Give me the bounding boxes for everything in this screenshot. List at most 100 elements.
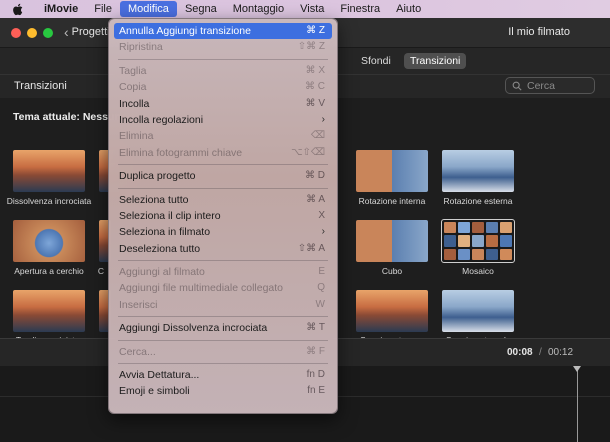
timecode-current: 00:08 bbox=[507, 347, 533, 358]
transition-thumb-dissolvenza[interactable] bbox=[13, 150, 85, 192]
transition-thumb-tendina-sinistra[interactable] bbox=[13, 290, 85, 332]
menu-item-shortcut: fn E bbox=[307, 385, 325, 397]
menu-item-elimina-fotogrammi-chiave: Elimina fotogrammi chiave ⌥⇧⌫ bbox=[114, 145, 332, 161]
menu-item-shortcut: ⌥⇧⌫ bbox=[290, 146, 325, 158]
menu-item-shortcut: ⌘ A bbox=[306, 193, 325, 205]
menu-separator bbox=[118, 187, 328, 189]
transition-thumb-scorrimento-dx[interactable] bbox=[442, 290, 514, 332]
menu-item-annulla-aggiungi-transizione[interactable]: Annulla Aggiungi transizione ⌘ Z bbox=[114, 23, 332, 40]
menu-item-taglia: Taglia ⌘ X bbox=[114, 63, 332, 79]
menu-aiuto[interactable]: Aiuto bbox=[388, 0, 429, 18]
menu-item-label: Copia bbox=[119, 81, 147, 94]
tab-sfondi[interactable]: Sfondi bbox=[355, 53, 397, 69]
menu-separator bbox=[118, 363, 328, 365]
menu-item-label: Avvia Dettatura... bbox=[119, 369, 200, 382]
menu-item-incolla[interactable]: Incolla ⌘ V bbox=[114, 96, 332, 112]
menu-item-label: Incolla regolazioni bbox=[119, 113, 204, 126]
menu-item-aggiungi-file-multimediale-collegato: Aggiungi file multimediale collegato Q bbox=[114, 280, 332, 296]
edit-menu-items: Annulla Aggiungi transizione ⌘ Z Ripristin… bbox=[114, 23, 332, 400]
menu-segna[interactable]: Segna bbox=[177, 0, 225, 18]
menu-finestra[interactable]: Finestra bbox=[332, 0, 388, 18]
menu-item-label: Aggiungi al filmato bbox=[119, 266, 205, 279]
menu-file[interactable]: File bbox=[86, 0, 120, 18]
menu-item-label: Incolla bbox=[119, 97, 150, 110]
playhead[interactable] bbox=[573, 366, 581, 442]
menu-item-shortcut: Q bbox=[317, 282, 325, 294]
menu-item-avvia-dettatura[interactable]: Avvia Dettatura... fn D bbox=[114, 367, 332, 383]
current-theme-label: Tema attuale: Nessun bbox=[13, 111, 121, 123]
projects-back-button[interactable]: ‹ Progetti bbox=[64, 23, 110, 40]
transition-caption: Cubo bbox=[381, 266, 403, 276]
menu-item-label: Emoji e simboli bbox=[119, 385, 190, 398]
project-title: Il mio filmato bbox=[508, 26, 570, 38]
search-icon bbox=[512, 81, 522, 91]
transition-thumb-scorrimento-sx[interactable] bbox=[356, 290, 428, 332]
menu-item-shortcut: X bbox=[318, 209, 325, 221]
menu-item-label: Annulla Aggiungi transizione bbox=[119, 25, 251, 37]
menu-item-seleziona-il-clip-intero[interactable]: Seleziona il clip intero X bbox=[114, 208, 332, 224]
minimize-window-button[interactable] bbox=[27, 28, 37, 38]
menu-vista[interactable]: Vista bbox=[292, 0, 332, 18]
menu-separator bbox=[118, 339, 328, 341]
menu-item-label: Ripristina bbox=[119, 41, 163, 54]
transition-thumb-apertura-cerchio[interactable] bbox=[13, 220, 85, 262]
menu-item-shortcut: ⌫ bbox=[310, 130, 325, 142]
transition-thumb-rotazione-interna[interactable] bbox=[356, 150, 428, 192]
menu-item-shortcut: ⌘ T bbox=[306, 322, 325, 334]
zoom-window-button[interactable] bbox=[43, 28, 53, 38]
menu-item-shortcut: ⌘ V bbox=[305, 97, 325, 109]
menu-item-seleziona-in-filmato[interactable]: Seleziona in filmato › bbox=[114, 224, 332, 240]
timecode-separator: / bbox=[539, 347, 542, 358]
close-window-button[interactable] bbox=[11, 28, 21, 38]
menu-item-copia: Copia ⌘ C bbox=[114, 79, 332, 95]
menu-modifica[interactable]: Modifica bbox=[119, 1, 177, 17]
menu-app-imovie[interactable]: iMovie bbox=[38, 0, 86, 18]
chevron-right-icon: › bbox=[321, 113, 325, 125]
transition-caption: Rotazione esterna bbox=[443, 196, 513, 206]
transition-thumb-rotazione-esterna[interactable] bbox=[442, 150, 514, 192]
transition-thumb-mosaico[interactable] bbox=[441, 219, 515, 263]
menu-item-label: Elimina bbox=[119, 130, 154, 143]
menu-item-ripristina: Ripristina ⇧⌘ Z bbox=[114, 39, 332, 55]
menu-item-aggiungi-dissolvenza-incrociata[interactable]: Aggiungi Dissolvenza incrociata ⌘ T bbox=[114, 320, 332, 336]
menu-separator bbox=[118, 58, 328, 60]
menu-separator bbox=[118, 164, 328, 166]
tab-transizioni[interactable]: Transizioni bbox=[404, 53, 467, 69]
menu-item-shortcut: ⌘ C bbox=[305, 81, 325, 93]
window-controls bbox=[11, 28, 53, 38]
menu-montaggio[interactable]: Montaggio bbox=[225, 0, 292, 18]
menu-item-deseleziona-tutto[interactable]: Deseleziona tutto ⇧⌘ A bbox=[114, 241, 332, 257]
menu-item-label: Deseleziona tutto bbox=[119, 242, 201, 255]
browser-title: Transizioni bbox=[14, 80, 67, 92]
menu-item-label: Elimina fotogrammi chiave bbox=[119, 146, 243, 159]
transition-thumb-cubo[interactable] bbox=[356, 220, 428, 262]
transition-caption: Dissolvenza incrociata bbox=[6, 196, 92, 206]
menu-item-shortcut: ⌘ D bbox=[305, 170, 325, 182]
chevron-left-icon: ‹ bbox=[64, 23, 69, 40]
menu-item-shortcut: ⇧⌘ Z bbox=[297, 41, 325, 53]
projects-back-label: Progetti bbox=[71, 26, 110, 38]
menu-item-aggiungi-al-filmato: Aggiungi al filmato E bbox=[114, 264, 332, 280]
menu-item-label: Taglia bbox=[119, 64, 147, 77]
menu-item-shortcut: fn D bbox=[306, 369, 325, 381]
menu-item-label: Inserisci bbox=[119, 298, 158, 311]
menu-item-label: Seleziona tutto bbox=[119, 193, 189, 206]
menu-item-emoji-e-simboli[interactable]: Emoji e simboli fn E bbox=[114, 383, 332, 399]
menu-item-shortcut: ⌘ X bbox=[305, 64, 325, 76]
menu-item-seleziona-tutto[interactable]: Seleziona tutto ⌘ A bbox=[114, 192, 332, 208]
timecode-total: 00:12 bbox=[548, 347, 574, 358]
menu-item-incolla-regolazioni[interactable]: Incolla regolazioni › bbox=[114, 112, 332, 128]
menu-bar: iMovie File Modifica Segna Montaggio Vis… bbox=[0, 0, 610, 18]
menu-item-duplica-progetto[interactable]: Duplica progetto ⌘ D bbox=[114, 168, 332, 184]
search-field[interactable]: Cerca bbox=[505, 77, 595, 94]
menu-separator bbox=[118, 316, 328, 318]
apple-icon[interactable] bbox=[12, 3, 28, 16]
menu-separator bbox=[118, 260, 328, 262]
menu-item-shortcut: E bbox=[318, 266, 325, 278]
chevron-right-icon: › bbox=[321, 226, 325, 238]
menu-item-elimina: Elimina ⌫ bbox=[114, 128, 332, 144]
transition-caption: Mosaico bbox=[462, 266, 494, 276]
transition-caption: Rotazione interna bbox=[358, 196, 426, 206]
menu-item-label: Seleziona il clip intero bbox=[119, 209, 221, 222]
menu-item-shortcut: ⌘ Z bbox=[306, 25, 325, 36]
